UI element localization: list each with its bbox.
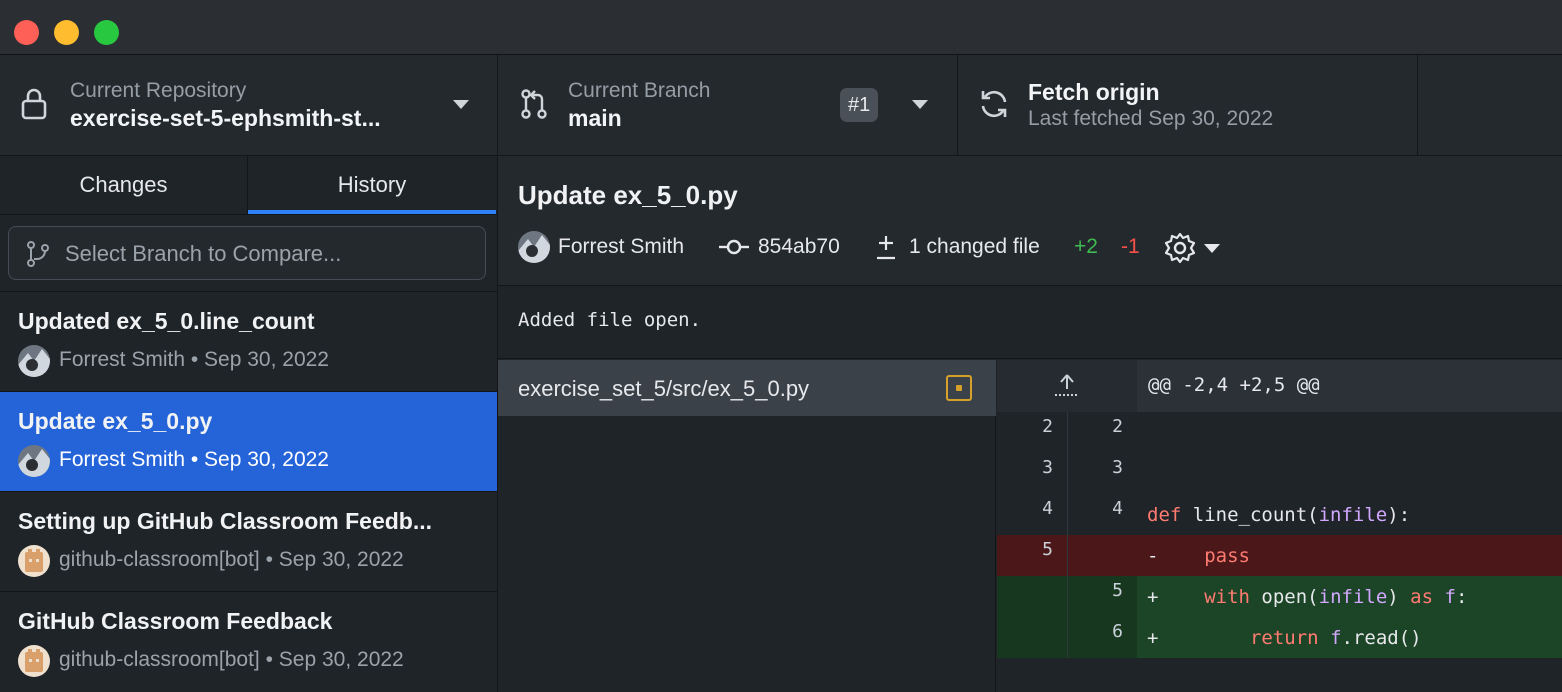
fetch-title: Fetch origin (1028, 79, 1160, 105)
commit-meta: Forrest Smith • Sep 30, 2022 (59, 348, 329, 371)
commit-meta: Forrest Smith • Sep 30, 2022 (59, 448, 329, 471)
old-line-number: 2 (1042, 416, 1053, 437)
commit-title: Updated ex_5_0.line_count (18, 308, 315, 334)
sidebar-tabs: Changes History (0, 156, 497, 215)
diff-code: + return f.read() (1137, 617, 1562, 658)
commit-icon (719, 239, 749, 255)
compare-placeholder: Select Branch to Compare... (65, 241, 342, 266)
new-line-number: 4 (1067, 494, 1137, 535)
avatar (18, 445, 50, 477)
bot-avatar (18, 545, 50, 577)
hunk-header: @@ -2,4 +2,5 @@ (997, 360, 1562, 412)
hunk-header-text: @@ -2,4 +2,5 @@ (1148, 374, 1320, 396)
diff-code (1137, 412, 1562, 453)
commit-title: GitHub Classroom Feedback (18, 608, 333, 634)
old-line-number: 3 (1042, 457, 1053, 478)
commit-author: Forrest Smith (558, 235, 685, 258)
commit-title: Setting up GitHub Classroom Feedb... (18, 508, 433, 534)
window-titlebar (0, 0, 1562, 55)
changed-files-count: 1 changed file (909, 235, 1040, 258)
new-line-number (1067, 535, 1137, 576)
chevron-down-icon (453, 100, 469, 109)
diff-icon (877, 236, 895, 260)
chevron-down-icon (912, 100, 928, 109)
sidebar: Changes History Select Branch to Compare… (0, 156, 498, 692)
commit-meta: github-classroom[bot] • Sep 30, 2022 (59, 648, 404, 671)
deletions-count: -1 (1121, 235, 1140, 258)
old-line-number: 4 (1042, 498, 1053, 519)
diff-line-context[interactable]: 4 4 def line_count(infile): (997, 494, 1562, 535)
old-line-number: 5 (997, 535, 1067, 576)
new-line-number: 6 (1067, 617, 1137, 658)
current-repository-button[interactable]: Current Repository exercise-set-5-ephsmi… (0, 55, 498, 155)
zoom-window-button[interactable] (94, 20, 119, 45)
commit-details: Update ex_5_0.py Forrest Smith 854ab70 1… (498, 156, 1562, 286)
commit-item[interactable]: Updated ex_5_0.line_count Forrest Smith … (0, 291, 497, 391)
diff-view: @@ -2,4 +2,5 @@ 2 2 3 3 4 4 def line_cou… (997, 360, 1562, 692)
tab-history[interactable]: History (248, 156, 496, 214)
commit-meta-row: Forrest Smith 854ab70 1 changed file +2 … (518, 230, 1558, 264)
file-modified-icon (946, 375, 972, 401)
fetch-origin-button[interactable]: Fetch origin Last fetched Sep 30, 2022 (958, 55, 1418, 155)
additions-count: +2 (1074, 235, 1098, 258)
file-item[interactable]: exercise_set_5/src/ex_5_0.py (498, 360, 996, 416)
expand-up-button[interactable] (997, 360, 1137, 412)
commit-title: Update ex_5_0.py (18, 408, 213, 434)
close-window-button[interactable] (14, 20, 39, 45)
repository-name: exercise-set-5-ephsmith-st... (70, 105, 381, 131)
diff-line-context[interactable]: 2 2 (997, 412, 1562, 453)
sync-icon (981, 90, 1007, 118)
branch-name: main (568, 105, 622, 131)
diff-line-added[interactable]: 5 + with open(infile) as f: (997, 576, 1562, 617)
avatar (18, 345, 50, 377)
bot-avatar (18, 645, 50, 677)
commit-item[interactable]: Setting up GitHub Classroom Feedb... git… (0, 491, 497, 591)
avatar (518, 231, 550, 263)
toolbar: Current Repository exercise-set-5-ephsmi… (0, 55, 1562, 156)
branch-label: Current Branch (568, 79, 711, 102)
branch-icon (27, 241, 49, 267)
diff-line-deleted[interactable]: 5 - pass (997, 535, 1562, 576)
repository-label: Current Repository (70, 79, 247, 102)
diff-line-context[interactable]: 3 3 (997, 453, 1562, 494)
commit-item-selected[interactable]: Update ex_5_0.py Forrest Smith • Sep 30,… (0, 391, 497, 491)
gear-icon[interactable] (1164, 232, 1196, 264)
commit-sha[interactable]: 854ab70 (758, 235, 840, 259)
commit-message-text: Added file open. (518, 309, 702, 331)
lock-icon (21, 88, 47, 120)
pull-request-icon (521, 89, 547, 119)
pull-request-badge[interactable]: #1 (840, 88, 879, 122)
old-line-number (997, 576, 1067, 617)
last-fetched-text: Last fetched Sep 30, 2022 (1028, 107, 1274, 130)
diff-line-added[interactable]: 6 + return f.read() (997, 617, 1562, 658)
current-branch-button[interactable]: Current Branch main #1 (498, 55, 958, 155)
changed-files-list: exercise_set_5/src/ex_5_0.py (498, 360, 996, 692)
file-path: exercise_set_5/src/ex_5_0.py (518, 376, 810, 401)
new-line-number: 5 (1067, 576, 1137, 617)
old-line-number (997, 617, 1067, 658)
new-line-number: 2 (1067, 412, 1137, 453)
new-line-number: 3 (1067, 453, 1137, 494)
expand-up-icon (1055, 374, 1079, 396)
diff-code: def line_count(infile): (1147, 504, 1411, 526)
commit-summary-title: Update ex_5_0.py (518, 180, 738, 210)
compare-branch-input[interactable]: Select Branch to Compare... (8, 226, 486, 280)
diff-code: + with open(infile) as f: (1137, 576, 1562, 617)
diff-code (1137, 453, 1562, 494)
chevron-down-icon[interactable] (1204, 244, 1220, 253)
commit-item[interactable]: GitHub Classroom Feedback github-classro… (0, 591, 497, 691)
diff-code: - pass (1137, 535, 1562, 576)
minimize-window-button[interactable] (54, 20, 79, 45)
tab-changes[interactable]: Changes (0, 156, 248, 214)
commit-message: Added file open. (498, 287, 1562, 359)
commit-meta: github-classroom[bot] • Sep 30, 2022 (59, 548, 404, 571)
